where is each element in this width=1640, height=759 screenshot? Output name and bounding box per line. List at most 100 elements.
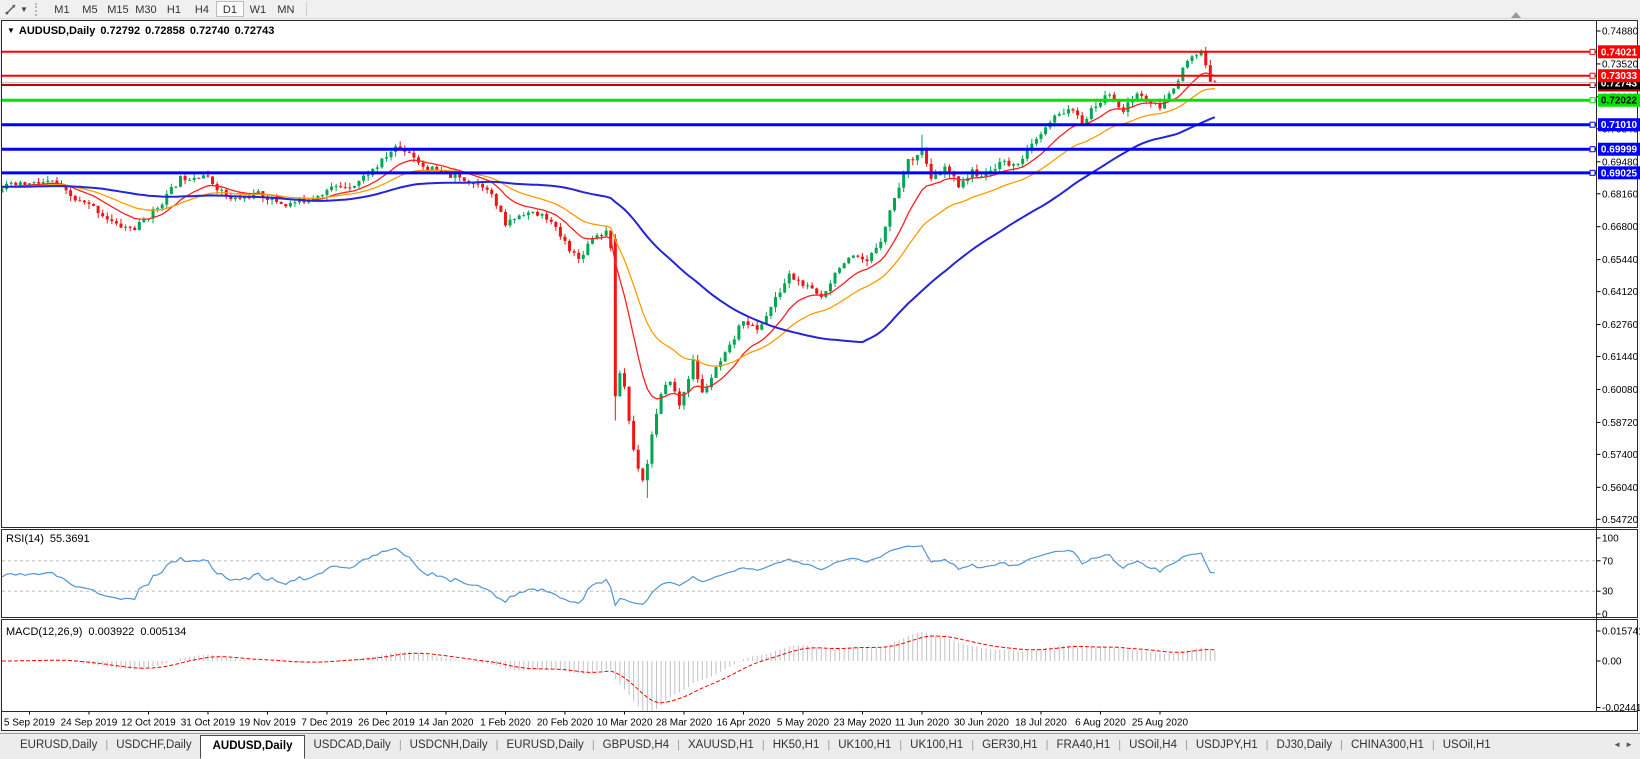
chart-tab-1-usdchf-daily[interactable]: USDCHF,Daily xyxy=(108,734,199,759)
time-tick-label: 18 Jul 2020 xyxy=(1015,718,1067,729)
candle-body xyxy=(458,174,461,177)
chart-tab-15-dj30-daily[interactable]: DJ30,Daily xyxy=(1269,734,1341,759)
time-tick-label: 5 May 2020 xyxy=(777,718,830,729)
candle-body xyxy=(339,186,342,187)
candle-body xyxy=(115,221,118,223)
hline-anchor-marker[interactable] xyxy=(1590,98,1595,103)
candle-body xyxy=(220,190,223,191)
candle-body xyxy=(170,187,173,194)
chart-tab-8-hk50-h1[interactable]: HK50,H1 xyxy=(765,734,828,759)
candle-body xyxy=(866,259,869,261)
candle-body xyxy=(83,201,86,203)
candle-body xyxy=(1117,102,1120,108)
hline-anchor-marker[interactable] xyxy=(1590,49,1595,54)
candle-body xyxy=(33,182,36,183)
candle-body xyxy=(692,360,695,379)
macd-main-value: 0.003922 xyxy=(88,626,134,638)
candle-body xyxy=(1081,115,1084,124)
candle-body xyxy=(1039,134,1042,139)
hline-anchor-marker[interactable] xyxy=(1590,170,1595,175)
candle-body xyxy=(330,187,333,190)
candle-body xyxy=(454,174,457,178)
candle-body xyxy=(293,202,296,203)
candle-body xyxy=(1090,108,1093,119)
rsi-indicator-label: RSI(14)55.3691 xyxy=(6,533,96,545)
candle-body xyxy=(788,274,791,284)
chart-shift-marker[interactable] xyxy=(1511,12,1521,18)
chart-tab-13-usoil-h4[interactable]: USOil,H4 xyxy=(1121,734,1185,759)
candle-body xyxy=(1076,111,1079,116)
candle-body xyxy=(284,204,287,206)
candle-body xyxy=(504,212,507,225)
candle-body xyxy=(742,321,745,325)
candle-body xyxy=(1099,103,1102,107)
price-tag-0.72022: 0.72022 xyxy=(1598,94,1640,107)
candle-body xyxy=(408,152,411,153)
hline-anchor-marker[interactable] xyxy=(1590,73,1595,78)
chart-tab-16-china300-h1[interactable]: CHINA300,H1 xyxy=(1343,734,1432,759)
candle-body xyxy=(422,163,425,167)
svg-text:0.74021: 0.74021 xyxy=(1601,47,1638,58)
candle-body xyxy=(129,227,132,228)
candle-body xyxy=(211,177,214,185)
ohlc-toggle-icon[interactable]: ▼ xyxy=(7,26,15,35)
macd-indicator-label: MACD(12,26,9)0.0039220.005134 xyxy=(6,626,192,638)
candle-body xyxy=(797,280,800,281)
candle-body xyxy=(957,176,960,187)
candle-body xyxy=(353,186,356,188)
chart-tab-10-uk100-h1[interactable]: UK100,H1 xyxy=(902,734,971,759)
price-tick-label: 0.68160 xyxy=(1602,189,1639,200)
candle-body xyxy=(879,242,882,248)
candle-body xyxy=(1072,109,1075,110)
candle-body xyxy=(321,195,324,196)
candle-body xyxy=(69,190,72,196)
chart-tab-14-usdjpy-h1[interactable]: USDJPY,H1 xyxy=(1188,734,1266,759)
chart-tab-2-audusd-daily[interactable]: AUDUSD,Daily xyxy=(200,735,306,759)
chart-tab-4-usdcnh-daily[interactable]: USDCNH,Daily xyxy=(402,734,496,759)
tab-scroll-left-icon[interactable]: ◄ xyxy=(1613,740,1625,749)
candle-body xyxy=(133,228,136,230)
candle-body xyxy=(481,184,484,188)
candle-body xyxy=(174,187,177,188)
candle-body xyxy=(687,379,690,392)
candle-body xyxy=(934,175,937,179)
chart-window-bg xyxy=(1,20,1639,731)
candle-body xyxy=(838,268,841,273)
chart-canvas[interactable]: 0.748800.735200.721600.708400.694800.681… xyxy=(0,0,1640,759)
chart-tab-11-ger30-h1[interactable]: GER30,H1 xyxy=(974,734,1046,759)
chart-tab-6-gbpusd-h4[interactable]: GBPUSD,H4 xyxy=(595,734,677,759)
candle-body xyxy=(1017,164,1020,165)
candle-body xyxy=(673,382,676,392)
time-tick-label: 31 Oct 2019 xyxy=(181,718,236,729)
chart-tab-7-xauusd-h1[interactable]: XAUUSD,H1 xyxy=(680,734,762,759)
candle-body xyxy=(605,231,608,236)
candle-body xyxy=(884,227,887,242)
candle-body xyxy=(1007,161,1010,166)
candle-body xyxy=(783,283,786,292)
hline-anchor-marker[interactable] xyxy=(1590,83,1595,88)
candle-body xyxy=(696,360,699,379)
price-tag-0.74021: 0.74021 xyxy=(1598,45,1640,58)
hline-anchor-marker[interactable] xyxy=(1590,122,1595,127)
chart-tab-5-eurusd-daily[interactable]: EURUSD,Daily xyxy=(498,734,591,759)
candle-body xyxy=(202,175,205,178)
price-tick-label: 0.58720 xyxy=(1602,418,1639,429)
candle-body xyxy=(632,421,635,450)
hline-anchor-marker[interactable] xyxy=(1590,147,1595,152)
chart-tab-3-usdcad-daily[interactable]: USDCAD,Daily xyxy=(305,734,398,759)
candle-body xyxy=(518,216,521,219)
svg-text:0.69999: 0.69999 xyxy=(1601,145,1638,156)
open-value: 0.72792 xyxy=(100,25,140,37)
chart-tab-12-fra40-h1[interactable]: FRA40,H1 xyxy=(1049,734,1119,759)
chart-tab-9-uk100-h1[interactable]: UK100,H1 xyxy=(830,734,899,759)
candle-body xyxy=(847,258,850,264)
candle-body xyxy=(197,178,200,179)
chart-tab-0-eurusd-daily[interactable]: EURUSD,Daily xyxy=(12,734,105,759)
candle-body xyxy=(179,176,182,187)
tab-scroll-right-icon[interactable]: ► xyxy=(1625,740,1637,749)
candle-body xyxy=(747,321,750,325)
tab-scroll-arrows[interactable]: ◄► xyxy=(1613,740,1637,749)
rsi-tick-label: 30 xyxy=(1602,587,1614,598)
price-tag-0.69025: 0.69025 xyxy=(1598,166,1640,179)
chart-tab-17-usoil-h1[interactable]: USOil,H1 xyxy=(1435,734,1499,759)
